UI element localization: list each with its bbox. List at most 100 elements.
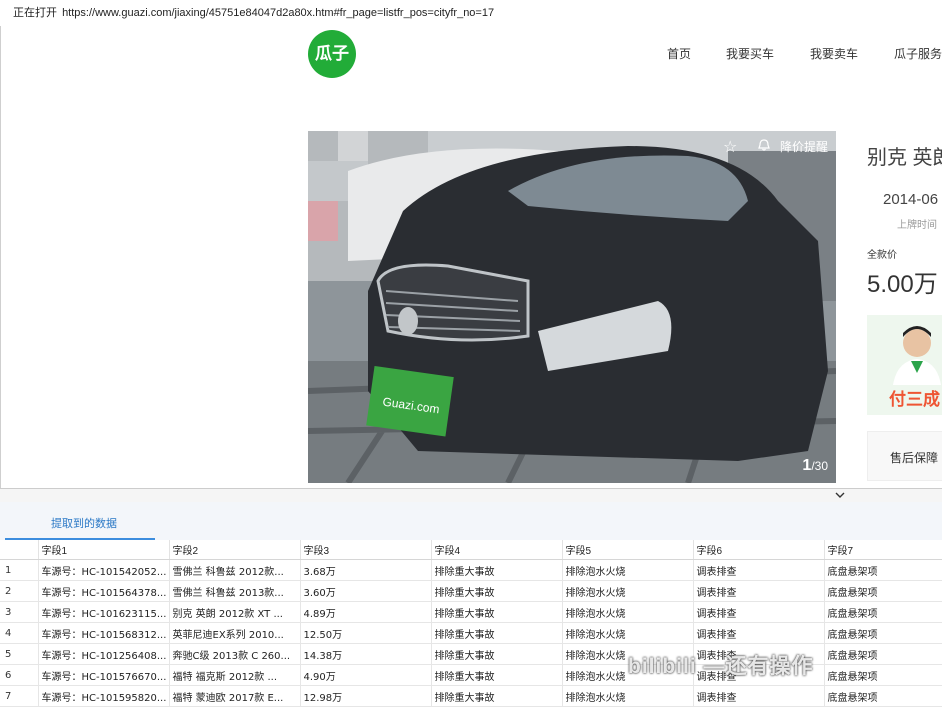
- table-cell[interactable]: 3.60万: [300, 580, 432, 602]
- table-cell[interactable]: 福特 蒙迪欧 2017款 E...: [169, 685, 301, 707]
- row-number: 3: [0, 601, 39, 623]
- table-cell[interactable]: 奔驰C级 2013款 C 260...: [169, 643, 301, 665]
- table-cell[interactable]: 福特 福克斯 2012款 ...: [169, 664, 301, 686]
- table-cell[interactable]: 排除泡水火烧: [562, 622, 694, 644]
- row-number: 5: [0, 643, 39, 665]
- table-cell[interactable]: 调表排查: [693, 601, 825, 623]
- tab-extracted-data-label: 提取到的数据: [51, 518, 117, 530]
- panel-splitter[interactable]: [0, 488, 942, 502]
- nav-services[interactable]: 瓜子服务: [894, 45, 942, 62]
- table-cell[interactable]: 排除泡水火烧: [562, 580, 694, 602]
- column-header[interactable]: 字段7: [824, 540, 942, 560]
- promo-banner[interactable]: 付三成: [867, 315, 942, 415]
- row-number: 6: [0, 664, 39, 686]
- row-number: 2: [0, 580, 39, 602]
- table-cell[interactable]: 英菲尼迪EX系列 2010...: [169, 622, 301, 644]
- table-cell[interactable]: 底盘悬架项: [824, 559, 942, 581]
- car-photo[interactable]: Guazi.com ☆ 降价提醒 1/30: [308, 131, 836, 483]
- guazi-logo[interactable]: 瓜子: [308, 30, 356, 78]
- table-cell[interactable]: 调表排查: [693, 622, 825, 644]
- table-row[interactable]: 7 车源号：HC-101595820... 福特 蒙迪欧 2017款 E... 12.…: [0, 685, 942, 707]
- table-row[interactable]: 3 车源号：HC-101623115... 别克 英朗 2012款 XT ... 4.…: [0, 601, 942, 623]
- nav-home[interactable]: 首页: [667, 45, 691, 62]
- column-header[interactable]: 字段4: [431, 540, 563, 560]
- table-cell[interactable]: 排除重大事故: [431, 622, 563, 644]
- column-header[interactable]: 字段6: [693, 540, 825, 560]
- table-cell[interactable]: 车源号：HC-101564378...: [38, 580, 170, 602]
- nav-buy-car[interactable]: 我要买车: [726, 45, 774, 62]
- status-bar: 正在打开 https://www.guazi.com/jiaxing/45751…: [0, 0, 942, 26]
- table-cell[interactable]: 底盘悬架项: [824, 643, 942, 665]
- table-cell[interactable]: 排除重大事故: [431, 664, 563, 686]
- table-header-row: 字段1 字段2 字段3 字段4 字段5 字段6 字段7: [0, 540, 942, 560]
- star-icon[interactable]: ☆: [723, 137, 737, 157]
- table-cell[interactable]: 4.89万: [300, 601, 432, 623]
- photo-counter-total: /30: [811, 459, 828, 473]
- photo-counter-current: 1: [802, 457, 812, 474]
- table-cell[interactable]: 车源号：HC-101576670...: [38, 664, 170, 686]
- table-cell[interactable]: 雪佛兰 科鲁兹 2012款...: [169, 559, 301, 581]
- table-cell[interactable]: 雪佛兰 科鲁兹 2013款...: [169, 580, 301, 602]
- registration-date-label: 上牌时间: [897, 220, 937, 231]
- table-cell[interactable]: 车源号：HC-101595820...: [38, 685, 170, 707]
- table-cell[interactable]: 排除重大事故: [431, 643, 563, 665]
- table-cell[interactable]: 底盘悬架项: [824, 685, 942, 707]
- table-cell[interactable]: 排除泡水火烧: [562, 559, 694, 581]
- column-header[interactable]: 字段1: [38, 540, 170, 560]
- car-title: 别克 英朗: [867, 147, 942, 169]
- table-cell[interactable]: 排除泡水火烧: [562, 685, 694, 707]
- web-page: 瓜子 首页 我要买车 我要卖车 瓜子服务 Guazi.com ☆ 降价提醒 1/…: [0, 26, 942, 488]
- registration-date: 2014-06: [883, 191, 939, 208]
- row-number: 1: [0, 559, 39, 581]
- site-header: 瓜子 首页 我要买车 我要卖车 瓜子服务: [1, 26, 942, 78]
- url-text[interactable]: https://www.guazi.com/jiaxing/45751e8404…: [62, 7, 494, 19]
- data-table: 字段1 字段2 字段3 字段4 字段5 字段6 字段7 1 车源号：HC-1015…: [0, 540, 942, 707]
- table-row[interactable]: 4 车源号：HC-101568312... 英菲尼迪EX系列 2010... 12.5…: [0, 622, 942, 644]
- table-cell[interactable]: 调表排查: [693, 685, 825, 707]
- table-cell[interactable]: 底盘悬架项: [824, 601, 942, 623]
- after-sales-card[interactable]: 售后保障: [867, 431, 942, 481]
- promo-text: 付三成: [889, 390, 940, 409]
- price-alert-button[interactable]: 降价提醒: [780, 138, 828, 155]
- table-row[interactable]: 1 车源号：HC-101542052... 雪佛兰 科鲁兹 2012款... 3.68…: [0, 559, 942, 581]
- table-cell[interactable]: 排除泡水火烧: [562, 601, 694, 623]
- table-cell[interactable]: 14.38万: [300, 643, 432, 665]
- car-image: Guazi.com: [308, 131, 836, 483]
- spokesperson-image: [893, 326, 941, 385]
- table-row[interactable]: 2 车源号：HC-101564378... 雪佛兰 科鲁兹 2013款... 3.60…: [0, 580, 942, 602]
- table-cell[interactable]: 排除重大事故: [431, 580, 563, 602]
- table-cell[interactable]: 车源号：HC-101623115...: [38, 601, 170, 623]
- nav-sell-car[interactable]: 我要卖车: [810, 45, 858, 62]
- table-cell[interactable]: 调表排查: [693, 559, 825, 581]
- table-cell[interactable]: 车源号：HC-101256408...: [38, 643, 170, 665]
- table-cell[interactable]: 排除重大事故: [431, 601, 563, 623]
- table-cell[interactable]: 12.50万: [300, 622, 432, 644]
- car-price: 5.00万: [867, 271, 938, 298]
- table-cell[interactable]: 3.68万: [300, 559, 432, 581]
- column-header: [0, 540, 39, 560]
- tab-extracted-data[interactable]: 提取到的数据: [5, 504, 155, 540]
- table-cell[interactable]: 底盘悬架项: [824, 664, 942, 686]
- column-header[interactable]: 字段5: [562, 540, 694, 560]
- loading-label: 正在打开: [13, 7, 57, 19]
- table-cell[interactable]: 调表排查: [693, 580, 825, 602]
- table-cell[interactable]: 排除重大事故: [431, 559, 563, 581]
- row-number: 4: [0, 622, 39, 644]
- table-cell[interactable]: 底盘悬架项: [824, 580, 942, 602]
- chevron-down-icon[interactable]: [834, 489, 846, 501]
- table-cell[interactable]: 4.90万: [300, 664, 432, 686]
- row-number: 7: [0, 685, 39, 707]
- table-cell[interactable]: 车源号：HC-101542052...: [38, 559, 170, 581]
- column-header[interactable]: 字段2: [169, 540, 301, 560]
- table-cell[interactable]: 底盘悬架项: [824, 622, 942, 644]
- photo-counter: 1/30: [802, 457, 828, 475]
- table-cell[interactable]: 别克 英朗 2012款 XT ...: [169, 601, 301, 623]
- column-header[interactable]: 字段3: [300, 540, 432, 560]
- bell-icon[interactable]: [758, 139, 770, 151]
- table-cell[interactable]: 车源号：HC-101568312...: [38, 622, 170, 644]
- after-sales-label: 售后保障: [890, 451, 939, 465]
- table-cell[interactable]: 12.98万: [300, 685, 432, 707]
- video-watermark: bilibili —还有操作: [628, 655, 814, 678]
- table-cell[interactable]: 排除重大事故: [431, 685, 563, 707]
- price-label: 全款价: [867, 250, 897, 261]
